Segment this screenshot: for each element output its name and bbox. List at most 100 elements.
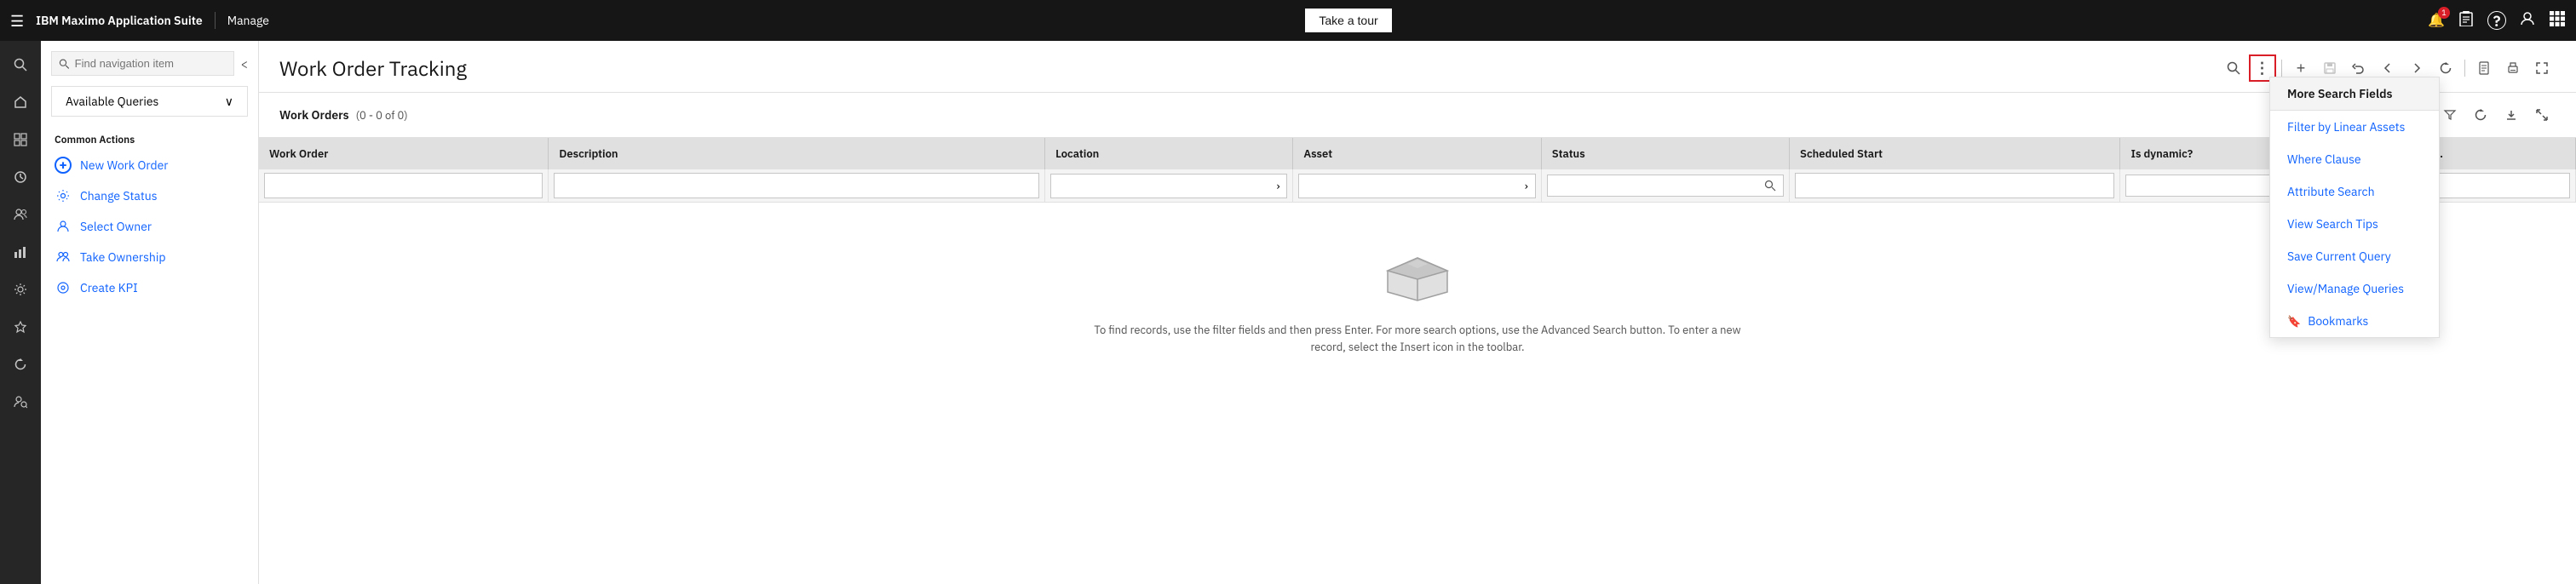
dropdown-item-label: Attribute Search [2287,184,2375,199]
sidebar-icon-user-search[interactable] [3,385,37,419]
user-icon[interactable] [2520,11,2535,31]
common-actions-label: Common Actions [41,127,258,150]
topbar: ☰ IBM Maximo Application Suite Manage Ta… [0,0,2576,41]
nav-search-box[interactable] [51,51,234,76]
gear-icon [55,187,72,204]
filter-location-input[interactable]: › [1050,174,1287,198]
table-filter-button[interactable] [2436,101,2464,129]
filter-scheduled-start-input[interactable] [1795,173,2114,198]
take-ownership-label: Take Ownership [80,249,165,265]
dropdown-menu: More Search Fields Filter by Linear Asse… [2269,77,2440,338]
filter-location[interactable]: › [1045,169,1293,203]
topbar-actions: 🔔 1 ? [2428,9,2566,32]
plus-circle-icon: + [55,157,72,174]
dropdown-item-label: View Search Tips [2287,216,2378,232]
person-icon [55,218,72,235]
nav-panel: < Available Queries ∨ Common Actions + N… [41,41,259,584]
nav-action-select-owner[interactable]: Select Owner [41,211,258,242]
apps-icon[interactable] [2549,9,2566,32]
topbar-center: Take a tour [269,9,2428,32]
sidebar-icon-settings[interactable] [3,272,37,306]
filter-status-input[interactable] [1547,175,1784,197]
available-queries-dropdown[interactable]: Available Queries ∨ [51,86,248,117]
filter-status[interactable] [1541,169,1789,203]
dropdown-item-bookmarks[interactable]: 🔖 Bookmarks [2270,305,2439,337]
filter-description[interactable] [549,169,1045,203]
help-icon[interactable]: ? [2487,11,2506,30]
nav-collapse-button[interactable]: < [241,56,248,72]
empty-box-icon [1383,254,1452,305]
sidebar-icon-home[interactable] [3,85,37,119]
col-status[interactable]: Status [1541,138,1789,169]
nav-action-change-status[interactable]: Change Status [41,180,258,211]
app-name: IBM Maximo Application Suite [36,13,203,28]
notification-icon[interactable]: 🔔 1 [2428,12,2445,29]
toolbar-fullscreen-button[interactable] [2528,54,2556,82]
empty-text: To find records, use the filter fields a… [1077,322,1758,355]
work-orders-table: Work Order Description Location Asset St… [259,138,2576,203]
main-content: Work Order Tracking ⋮ + [259,41,2576,584]
filter-asset[interactable]: › [1293,169,1541,203]
tour-button[interactable]: Take a tour [1305,9,1391,32]
col-scheduled-start[interactable]: Scheduled Start [1790,138,2120,169]
toolbar-doc-button[interactable] [2470,54,2498,82]
dropdown-item-label: Save Current Query [2287,249,2391,264]
nav-action-new-work-order[interactable]: + New Work Order [41,150,258,180]
dropdown-item-where-clause[interactable]: Where Clause [2270,143,2439,175]
change-status-label: Change Status [80,188,158,203]
filter-asset-input[interactable]: › [1298,174,1535,198]
dropdown-item-save-query[interactable]: Save Current Query [2270,240,2439,272]
clipboard-icon[interactable] [2458,11,2474,31]
sidebar-icons [0,41,41,584]
filter-scheduled-start[interactable] [1790,169,2120,203]
dropdown-item-label: Where Clause [2287,152,2361,167]
new-work-order-label: New Work Order [80,157,168,173]
queries-chevron: ∨ [225,94,233,109]
dropdown-item-view-search-tips[interactable]: View Search Tips [2270,208,2439,240]
table-expand-button[interactable] [2528,101,2556,129]
col-location[interactable]: Location [1045,138,1293,169]
nav-search-input[interactable] [75,57,227,70]
sidebar-icon-search[interactable] [3,48,37,82]
topbar-divider [215,12,216,29]
menu-icon[interactable]: ☰ [10,11,24,31]
table-refresh-button[interactable] [2467,101,2494,129]
select-owner-label: Select Owner [80,219,152,234]
nav-action-take-ownership[interactable]: Take Ownership [41,242,258,272]
toolbar-separator-2 [2464,60,2465,77]
table-container: Work Order Description Location Asset St… [259,138,2576,381]
nav-action-create-kpi[interactable]: Create KPI [41,272,258,303]
search-icon [1764,180,1776,192]
toolbar-search-button[interactable] [2220,54,2247,82]
table-download-button[interactable] [2498,101,2525,129]
dropdown-item-filter-linear[interactable]: Filter by Linear Assets [2270,111,2439,143]
filter-work-order-input[interactable] [264,173,543,198]
dropdown-item-label: View/Manage Queries [2287,281,2404,296]
toolbar-print-button[interactable] [2499,54,2527,82]
sidebar-icon-grid[interactable] [3,123,37,157]
topbar-logo: IBM Maximo Application Suite [36,13,203,28]
topbar-manage: Manage [227,13,269,28]
sidebar-icon-chart[interactable] [3,235,37,269]
col-asset[interactable]: Asset [1293,138,1541,169]
work-orders-count: (0 - 0 of 0) [356,108,408,123]
toolbar-separator-1 [2281,60,2282,77]
sidebar-icon-people[interactable] [3,198,37,232]
col-work-order[interactable]: Work Order [259,138,549,169]
notification-badge: 1 [2438,7,2450,19]
sidebar-icon-clock[interactable] [3,160,37,194]
table-header-row: Work Order Description Location Asset St… [259,138,2576,169]
kpi-icon [55,279,72,296]
col-description[interactable]: Description [549,138,1045,169]
sidebar-icon-refresh[interactable] [3,347,37,381]
dropdown-item-manage-queries[interactable]: View/Manage Queries [2270,272,2439,305]
bookmark-icon: 🔖 [2287,314,2301,329]
work-orders-header: Work Orders (0 - 0 of 0) [259,93,2576,138]
sidebar-icon-star[interactable] [3,310,37,344]
dropdown-header: More Search Fields [2270,77,2439,111]
empty-state: To find records, use the filter fields a… [259,203,2576,381]
filter-work-order[interactable] [259,169,549,203]
create-kpi-label: Create KPI [80,280,138,295]
filter-description-input[interactable] [554,173,1039,198]
dropdown-item-attribute-search[interactable]: Attribute Search [2270,175,2439,208]
